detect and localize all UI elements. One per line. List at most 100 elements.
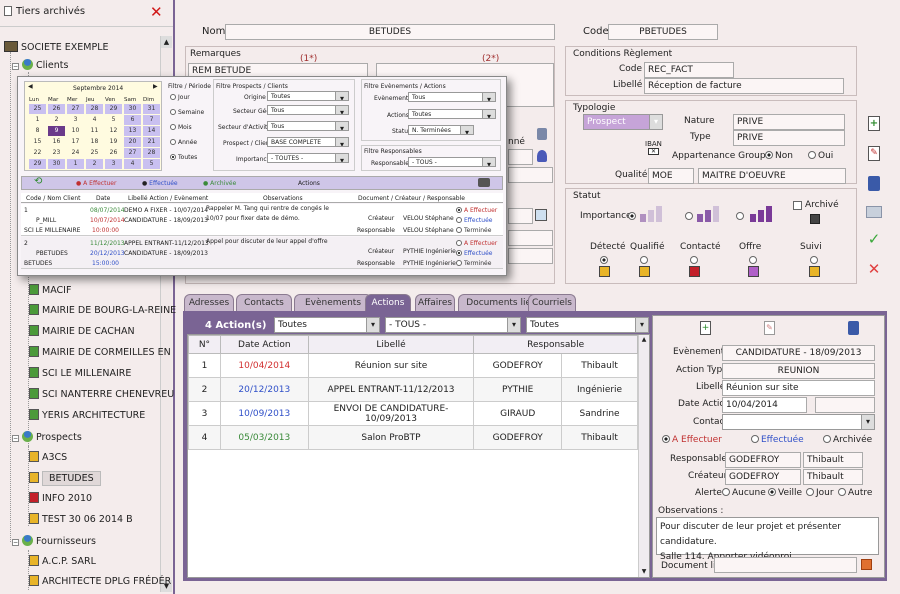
- refresh-icon[interactable]: ⟲: [34, 176, 42, 187]
- calendar-day[interactable]: 28: [143, 148, 160, 158]
- calendar-day[interactable]: 1: [67, 159, 84, 169]
- prev-month-icon[interactable]: ◀: [28, 83, 33, 90]
- code-field[interactable]: PBETUDES: [608, 24, 718, 40]
- periode-option[interactable]: Mois: [170, 121, 192, 134]
- nom-field[interactable]: BETUDES: [225, 24, 555, 40]
- calendar-day[interactable]: 2: [48, 115, 65, 125]
- calendar-day[interactable]: 20: [124, 137, 141, 147]
- next-month-icon[interactable]: ▶: [153, 83, 158, 90]
- calendar-day[interactable]: 15: [29, 137, 46, 147]
- cond-code-field[interactable]: REC_FACT: [644, 62, 734, 78]
- tree-item[interactable]: SCI NANTERRE CHENEVREU: [29, 388, 174, 402]
- responsable-field[interactable]: GODEFROY: [725, 452, 801, 468]
- actions-scrollbar[interactable]: ▲ ▼: [638, 335, 649, 577]
- periode-option[interactable]: Semaine: [170, 106, 204, 119]
- tree-item[interactable]: MAIRIE DE CORMEILLES EN: [29, 346, 171, 360]
- libelle-field[interactable]: Réunion sur site: [722, 380, 875, 396]
- calendar-day[interactable]: 8: [29, 126, 46, 136]
- popup-row-status[interactable]: Terminée: [456, 224, 491, 237]
- calendar-day[interactable]: 25: [29, 104, 46, 114]
- alerte-jour[interactable]: Jour: [806, 487, 834, 500]
- alerte-autre[interactable]: Autre: [838, 487, 872, 500]
- tree-item[interactable]: − Clients: [12, 59, 68, 73]
- calendar-day[interactable]: 9: [48, 126, 65, 136]
- print-icon[interactable]: [866, 206, 882, 218]
- table-row[interactable]: 1 10/04/2014 Réunion sur site GODEFROY Thiba…: [188, 353, 638, 378]
- step-radio[interactable]: [600, 256, 610, 266]
- tree-item[interactable]: A.C.P. SARL: [29, 555, 96, 569]
- partial-field[interactable]: [508, 208, 533, 224]
- add-action-icon[interactable]: +: [700, 321, 711, 335]
- appartenance-non[interactable]: Non: [765, 150, 793, 163]
- col-date[interactable]: Date Action: [219, 335, 309, 354]
- popup-row-status[interactable]: Terminée: [456, 257, 491, 270]
- archivee-radio[interactable]: Archivée: [823, 434, 872, 447]
- type-field[interactable]: PRIVE: [733, 130, 845, 146]
- col-responsable[interactable]: Responsable: [473, 335, 638, 354]
- tree-item[interactable]: − Prospects: [12, 431, 82, 445]
- grid-icon[interactable]: [535, 209, 547, 221]
- tree-item[interactable]: TEST 30 06 2014 B: [29, 513, 133, 527]
- createur-field[interactable]: GODEFROY: [725, 469, 801, 485]
- calendar-day[interactable]: 29: [105, 104, 122, 114]
- user-icon[interactable]: [537, 150, 547, 162]
- partial-field[interactable]: [508, 167, 553, 183]
- iban-icon[interactable]: ✕: [648, 148, 659, 155]
- secteur-act-select[interactable]: Tous: [267, 121, 349, 131]
- observations-field[interactable]: Pour discuter de leur projet et présente…: [656, 517, 879, 562]
- attach-icon[interactable]: [861, 559, 872, 570]
- tree-item[interactable]: BETUDES: [29, 471, 101, 486]
- database-icon[interactable]: [868, 176, 880, 191]
- responsable-prenom-field[interactable]: Thibault: [803, 452, 863, 468]
- calendar-day[interactable]: 16: [48, 137, 65, 147]
- importance-high-radio[interactable]: [736, 212, 746, 222]
- calendar-day[interactable]: 2: [86, 159, 103, 169]
- periode-option[interactable]: Année: [170, 136, 197, 149]
- calendar-day[interactable]: 3: [67, 115, 84, 125]
- tree-item[interactable]: MAIRIE DE CACHAN: [29, 325, 135, 339]
- calendar-day[interactable]: 31: [143, 104, 160, 114]
- calendar-day[interactable]: 4: [86, 115, 103, 125]
- tree-item[interactable]: MAIRIE DE BOURG-LA-REINE: [29, 304, 176, 318]
- calendar-day[interactable]: 21: [143, 137, 160, 147]
- actions-filter-type[interactable]: Toutes: [274, 317, 380, 333]
- createur-prenom-field[interactable]: Thibault: [803, 469, 863, 485]
- edit-action-icon[interactable]: ✎: [764, 321, 775, 335]
- tab-ev-nements[interactable]: Evènements: [294, 294, 372, 311]
- nature-field[interactable]: PRIVE: [733, 114, 845, 130]
- calendar-day[interactable]: 19: [105, 137, 122, 147]
- alerte-aucune[interactable]: Aucune: [722, 487, 766, 500]
- archive-checkbox[interactable]: [793, 201, 802, 210]
- expand-icon[interactable]: −: [12, 435, 19, 442]
- calendar-day[interactable]: 26: [105, 148, 122, 158]
- document-lie-field[interactable]: [714, 557, 857, 573]
- calendar-day[interactable]: 1: [29, 115, 46, 125]
- tab-affaires[interactable]: Affaires: [415, 294, 455, 311]
- actions-filter-statut[interactable]: Toutes: [526, 317, 649, 333]
- importance-filter-select[interactable]: - TOUTES -: [267, 153, 349, 163]
- close-icon[interactable]: ✕: [150, 3, 163, 21]
- actions-filter-responsable[interactable]: - TOUS -: [385, 317, 521, 333]
- step-radio[interactable]: [640, 256, 650, 266]
- table-row[interactable]: 3 10/09/2013 ENVOI DE CANDIDATURE-10/09/20…: [188, 401, 638, 426]
- actions-filter-select[interactable]: Toutes: [408, 109, 496, 119]
- calendar-day[interactable]: 26: [48, 104, 65, 114]
- tree-item[interactable]: YERIS ARCHITECTURE: [29, 409, 145, 423]
- tab-adresses[interactable]: Adresses: [184, 294, 234, 311]
- col-num[interactable]: N°: [188, 335, 221, 354]
- a-effectuer-radio[interactable]: A Effectuer: [662, 434, 722, 447]
- origine-select[interactable]: Toutes: [267, 91, 349, 101]
- popup-print-icon[interactable]: [478, 178, 490, 187]
- calendar-day[interactable]: 29: [29, 159, 46, 169]
- calendar-day[interactable]: 7: [143, 115, 160, 125]
- calendar-day[interactable]: 3: [105, 159, 122, 169]
- tree-item[interactable]: SOCIETE EXEMPLE: [4, 41, 109, 55]
- action-type-field[interactable]: REUNION: [722, 363, 875, 379]
- periode-option[interactable]: Jour: [170, 91, 190, 104]
- table-row[interactable]: 4 05/03/2013 Salon ProBTP GODEFROY Thibault: [188, 425, 638, 450]
- calendar-day[interactable]: 13: [124, 126, 141, 136]
- importance-mid-radio[interactable]: [685, 212, 695, 222]
- calendar-day[interactable]: 25: [86, 148, 103, 158]
- effectuee-radio[interactable]: Effectuée: [751, 434, 804, 447]
- calendar-day[interactable]: 5: [105, 115, 122, 125]
